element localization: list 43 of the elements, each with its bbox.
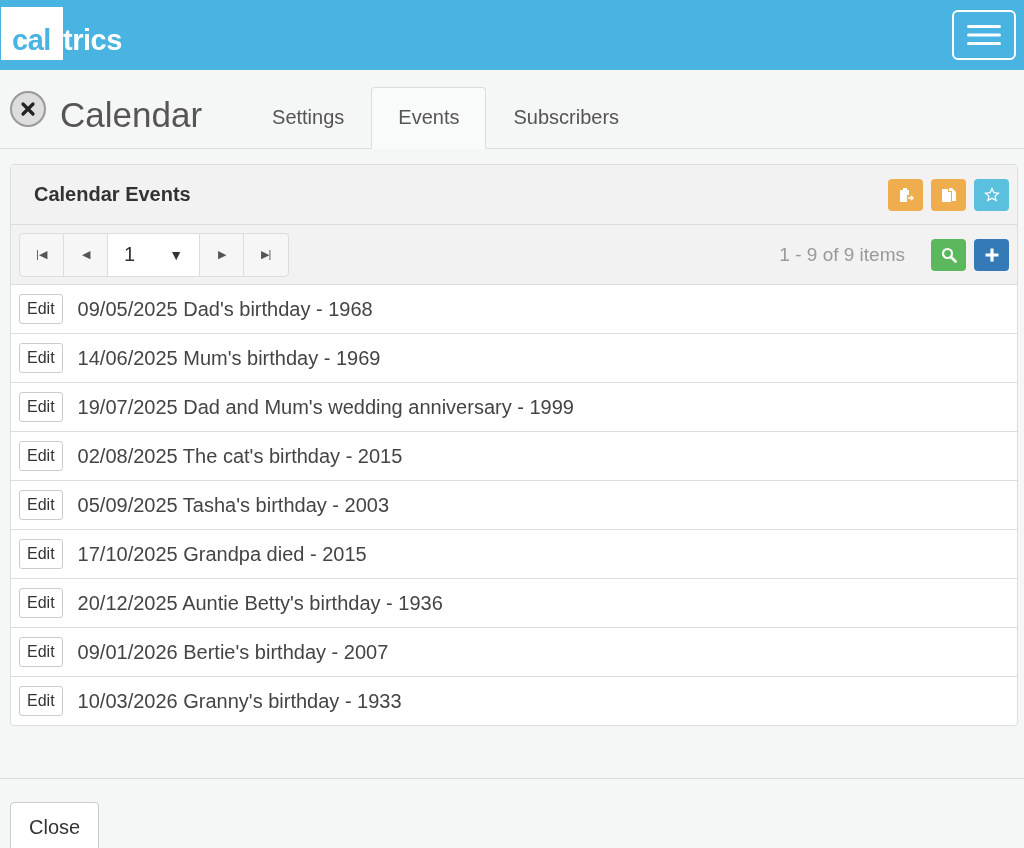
close-icon-button[interactable] [10, 91, 46, 127]
tab[interactable]: Settings [245, 87, 372, 149]
edit-button[interactable]: Edit [19, 686, 63, 716]
panel-title: Calendar Events [34, 183, 191, 206]
edit-button[interactable]: Edit [19, 637, 63, 667]
event-text: 10/03/2026 Granny's birthday - 1933 [77, 689, 402, 713]
event-text: 17/10/2025 Grandpa died - 2015 [77, 542, 367, 566]
tab[interactable]: Events [371, 87, 487, 149]
add-button[interactable] [974, 238, 1009, 271]
copy-button[interactable] [931, 178, 966, 211]
last-page-button[interactable]: ▶| [244, 233, 288, 276]
edit-button[interactable]: Edit [19, 490, 63, 520]
clipboard-icon [897, 186, 914, 203]
edit-button[interactable]: Edit [19, 441, 63, 471]
event-text: 05/09/2025 Tasha's birthday - 2003 [77, 493, 390, 517]
page-title: Calendar [60, 95, 203, 136]
copy-icon [940, 186, 957, 203]
close-button[interactable]: Close [10, 802, 100, 848]
search-button[interactable] [931, 238, 966, 271]
page-select[interactable]: 1 ▼ [108, 233, 200, 276]
event-text: 09/05/2025 Dad's birthday - 1968 [77, 297, 373, 321]
edit-button[interactable]: Edit [19, 392, 63, 422]
first-page-button[interactable]: |◀ [20, 233, 64, 276]
edit-button[interactable]: Edit [19, 294, 63, 324]
event-text: 20/12/2025 Auntie Betty's birthday - 1936 [77, 591, 443, 615]
item-count: 1 - 9 of 9 items [779, 243, 905, 266]
edit-button[interactable]: Edit [19, 539, 63, 569]
event-text: 09/01/2026 Bertie's birthday - 2007 [77, 640, 389, 664]
star-icon [983, 186, 1000, 203]
next-page-button[interactable]: ▶ [200, 233, 244, 276]
edit-button[interactable]: Edit [19, 343, 63, 373]
edit-button[interactable]: Edit [19, 588, 63, 618]
favorite-button[interactable] [974, 178, 1009, 211]
tab[interactable]: Subscribers [486, 87, 647, 149]
paste-button[interactable] [888, 178, 923, 211]
plus-icon [983, 246, 1000, 263]
close-icon [20, 101, 36, 117]
menu-button[interactable] [952, 10, 1016, 60]
event-text: 19/07/2025 Dad and Mum's wedding anniversary - 1999 [77, 395, 574, 419]
event-text: 14/06/2025 Mum's birthday - 1969 [77, 346, 381, 370]
event-text: 02/08/2025 The cat's birthday - 2015 [77, 444, 403, 468]
search-icon [940, 246, 957, 263]
menu-icon [967, 24, 1001, 46]
